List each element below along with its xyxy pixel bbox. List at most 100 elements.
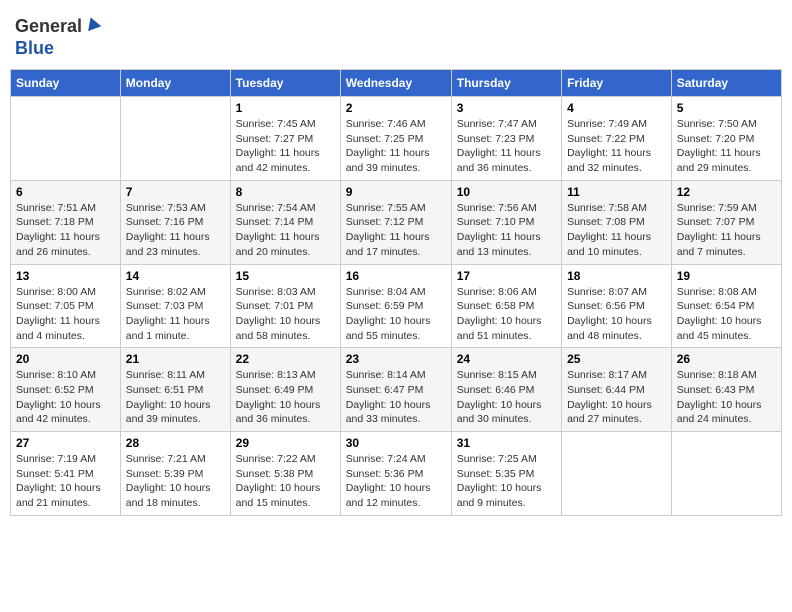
calendar-cell: 8 Sunrise: 7:54 AM Sunset: 7:14 PM Daylig… — [230, 180, 340, 264]
calendar-cell: 6 Sunrise: 7:51 AM Sunset: 7:18 PM Daylig… — [11, 180, 121, 264]
day-info: Sunrise: 8:00 AM Sunset: 7:05 PM Dayligh… — [16, 285, 115, 344]
calendar-cell: 23 Sunrise: 8:14 AM Sunset: 6:47 PM Dayli… — [340, 348, 451, 432]
calendar-cell: 20 Sunrise: 8:10 AM Sunset: 6:52 PM Dayli… — [11, 348, 121, 432]
day-number: 22 — [236, 352, 335, 366]
day-number: 20 — [16, 352, 115, 366]
day-info: Sunrise: 8:13 AM Sunset: 6:49 PM Dayligh… — [236, 368, 335, 427]
day-of-week-header: Friday — [562, 70, 672, 97]
day-of-week-header: Thursday — [451, 70, 561, 97]
day-number: 21 — [126, 352, 225, 366]
calendar-cell: 31 Sunrise: 7:25 AM Sunset: 5:35 PM Dayli… — [451, 432, 561, 516]
day-of-week-header: Tuesday — [230, 70, 340, 97]
calendar-week-row: 27Sunrise: 7:19 AM Sunset: 5:41 PM Dayli… — [11, 432, 782, 516]
day-number: 12 — [677, 185, 776, 199]
calendar-cell: 11 Sunrise: 7:58 AM Sunset: 7:08 PM Dayli… — [562, 180, 672, 264]
day-info: Sunrise: 7:24 AM Sunset: 5:36 PM Dayligh… — [346, 452, 446, 511]
day-number: 29 — [236, 436, 335, 450]
day-number: 4 — [567, 101, 666, 115]
calendar-cell — [671, 432, 781, 516]
calendar-cell: 24 Sunrise: 8:15 AM Sunset: 6:46 PM Dayli… — [451, 348, 561, 432]
day-info: Sunrise: 7:54 AM Sunset: 7:14 PM Dayligh… — [236, 201, 335, 260]
calendar-week-row: 20 Sunrise: 8:10 AM Sunset: 6:52 PM Dayli… — [11, 348, 782, 432]
day-number: 23 — [346, 352, 446, 366]
day-number: 28 — [126, 436, 225, 450]
calendar-cell: 17Sunrise: 8:06 AM Sunset: 6:58 PM Dayli… — [451, 264, 561, 348]
day-number: 6 — [16, 185, 115, 199]
day-number: 13 — [16, 269, 115, 283]
calendar-cell: 26Sunrise: 8:18 AM Sunset: 6:43 PM Dayli… — [671, 348, 781, 432]
calendar-week-row: 6 Sunrise: 7:51 AM Sunset: 7:18 PM Daylig… — [11, 180, 782, 264]
day-number: 24 — [457, 352, 556, 366]
day-number: 27 — [16, 436, 115, 450]
day-info: Sunrise: 7:50 AM Sunset: 7:20 PM Dayligh… — [677, 117, 776, 176]
day-info: Sunrise: 7:25 AM Sunset: 5:35 PM Dayligh… — [457, 452, 556, 511]
day-info: Sunrise: 7:45 AM Sunset: 7:27 PM Dayligh… — [236, 117, 335, 176]
calendar-cell: 25 Sunrise: 8:17 AM Sunset: 6:44 PM Dayli… — [562, 348, 672, 432]
day-info: Sunrise: 8:17 AM Sunset: 6:44 PM Dayligh… — [567, 368, 666, 427]
calendar-cell: 9 Sunrise: 7:55 AM Sunset: 7:12 PM Daylig… — [340, 180, 451, 264]
calendar-cell: 22 Sunrise: 8:13 AM Sunset: 6:49 PM Dayli… — [230, 348, 340, 432]
day-number: 10 — [457, 185, 556, 199]
day-info: Sunrise: 8:10 AM Sunset: 6:52 PM Dayligh… — [16, 368, 115, 427]
calendar-cell: 19 Sunrise: 8:08 AM Sunset: 6:54 PM Dayli… — [671, 264, 781, 348]
day-number: 31 — [457, 436, 556, 450]
calendar-cell: 29 Sunrise: 7:22 AM Sunset: 5:38 PM Dayli… — [230, 432, 340, 516]
day-info: Sunrise: 8:08 AM Sunset: 6:54 PM Dayligh… — [677, 285, 776, 344]
day-number: 7 — [126, 185, 225, 199]
day-info: Sunrise: 7:59 AM Sunset: 7:07 PM Dayligh… — [677, 201, 776, 260]
day-number: 30 — [346, 436, 446, 450]
day-info: Sunrise: 8:03 AM Sunset: 7:01 PM Dayligh… — [236, 285, 335, 344]
calendar-cell: 3Sunrise: 7:47 AM Sunset: 7:23 PM Daylig… — [451, 97, 561, 181]
logo: General Blue — [15, 15, 102, 59]
logo-blue-text: Blue — [15, 38, 54, 58]
day-number: 11 — [567, 185, 666, 199]
calendar-header-row: SundayMondayTuesdayWednesdayThursdayFrid… — [11, 70, 782, 97]
day-number: 9 — [346, 185, 446, 199]
logo-icon — [84, 15, 102, 38]
day-of-week-header: Wednesday — [340, 70, 451, 97]
day-number: 5 — [677, 101, 776, 115]
day-info: Sunrise: 8:04 AM Sunset: 6:59 PM Dayligh… — [346, 285, 446, 344]
day-of-week-header: Sunday — [11, 70, 121, 97]
page-header: General Blue — [10, 10, 782, 59]
day-number: 25 — [567, 352, 666, 366]
calendar-cell: 4 Sunrise: 7:49 AM Sunset: 7:22 PM Daylig… — [562, 97, 672, 181]
day-number: 16 — [346, 269, 446, 283]
day-of-week-header: Saturday — [671, 70, 781, 97]
day-info: Sunrise: 7:56 AM Sunset: 7:10 PM Dayligh… — [457, 201, 556, 260]
day-info: Sunrise: 8:11 AM Sunset: 6:51 PM Dayligh… — [126, 368, 225, 427]
day-info: Sunrise: 7:51 AM Sunset: 7:18 PM Dayligh… — [16, 201, 115, 260]
day-info: Sunrise: 7:22 AM Sunset: 5:38 PM Dayligh… — [236, 452, 335, 511]
day-number: 18 — [567, 269, 666, 283]
calendar-cell — [562, 432, 672, 516]
day-number: 3 — [457, 101, 556, 115]
day-number: 19 — [677, 269, 776, 283]
calendar-cell: 27Sunrise: 7:19 AM Sunset: 5:41 PM Dayli… — [11, 432, 121, 516]
day-info: Sunrise: 7:58 AM Sunset: 7:08 PM Dayligh… — [567, 201, 666, 260]
day-number: 2 — [346, 101, 446, 115]
day-info: Sunrise: 7:49 AM Sunset: 7:22 PM Dayligh… — [567, 117, 666, 176]
day-info: Sunrise: 8:07 AM Sunset: 6:56 PM Dayligh… — [567, 285, 666, 344]
calendar-cell: 2 Sunrise: 7:46 AM Sunset: 7:25 PM Daylig… — [340, 97, 451, 181]
calendar-cell: 21 Sunrise: 8:11 AM Sunset: 6:51 PM Dayli… — [120, 348, 230, 432]
calendar-cell: 28Sunrise: 7:21 AM Sunset: 5:39 PM Dayli… — [120, 432, 230, 516]
calendar-cell — [120, 97, 230, 181]
day-info: Sunrise: 8:02 AM Sunset: 7:03 PM Dayligh… — [126, 285, 225, 344]
calendar-cell: 18 Sunrise: 8:07 AM Sunset: 6:56 PM Dayli… — [562, 264, 672, 348]
calendar-table: SundayMondayTuesdayWednesdayThursdayFrid… — [10, 69, 782, 516]
day-number: 1 — [236, 101, 335, 115]
day-number: 14 — [126, 269, 225, 283]
day-number: 15 — [236, 269, 335, 283]
day-info: Sunrise: 8:15 AM Sunset: 6:46 PM Dayligh… — [457, 368, 556, 427]
calendar-cell: 14 Sunrise: 8:02 AM Sunset: 7:03 PM Dayli… — [120, 264, 230, 348]
calendar-cell: 7 Sunrise: 7:53 AM Sunset: 7:16 PM Daylig… — [120, 180, 230, 264]
day-info: Sunrise: 7:53 AM Sunset: 7:16 PM Dayligh… — [126, 201, 225, 260]
day-number: 26 — [677, 352, 776, 366]
day-info: Sunrise: 8:14 AM Sunset: 6:47 PM Dayligh… — [346, 368, 446, 427]
day-number: 17 — [457, 269, 556, 283]
calendar-cell: 5 Sunrise: 7:50 AM Sunset: 7:20 PM Daylig… — [671, 97, 781, 181]
day-info: Sunrise: 7:55 AM Sunset: 7:12 PM Dayligh… — [346, 201, 446, 260]
calendar-cell: 15 Sunrise: 8:03 AM Sunset: 7:01 PM Dayli… — [230, 264, 340, 348]
day-number: 8 — [236, 185, 335, 199]
day-info: Sunrise: 7:46 AM Sunset: 7:25 PM Dayligh… — [346, 117, 446, 176]
